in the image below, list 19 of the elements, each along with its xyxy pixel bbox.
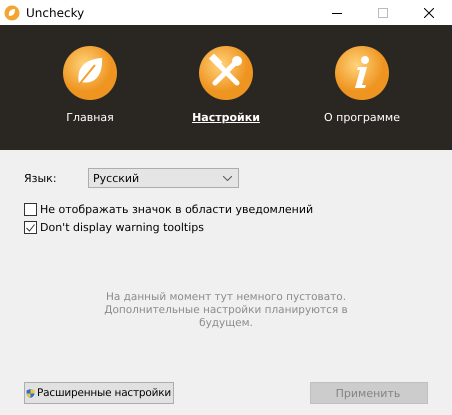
language-label: Язык: xyxy=(24,172,58,184)
checkbox-label: Не отображать значок в области уведомлений xyxy=(40,203,314,216)
nav-tab[interactable]: Настройки xyxy=(166,45,286,124)
checkbox[interactable] xyxy=(24,203,37,216)
advanced-settings-button[interactable]: Расширенные настройки xyxy=(24,382,174,404)
info-message: На данный момент тут немного пустовато. Дополнительные настройки планируются в будущем. xyxy=(103,291,349,330)
info-icon xyxy=(334,45,390,101)
checkbox[interactable] xyxy=(24,221,37,234)
nav-tab[interactable]: Главная xyxy=(30,45,150,124)
language-dropdown[interactable]: Русский xyxy=(88,168,239,188)
maximize-icon xyxy=(378,8,388,18)
tools-icon xyxy=(198,45,254,101)
checkbox-label: Don't display warning tooltips xyxy=(40,221,204,234)
leaf-icon xyxy=(62,45,118,101)
app-icon xyxy=(4,4,20,20)
chevron-icon xyxy=(223,176,232,180)
window-title: Unchecky xyxy=(26,6,86,20)
nav-tab[interactable]: О программе xyxy=(302,45,422,124)
close-icon[interactable] xyxy=(424,8,434,18)
